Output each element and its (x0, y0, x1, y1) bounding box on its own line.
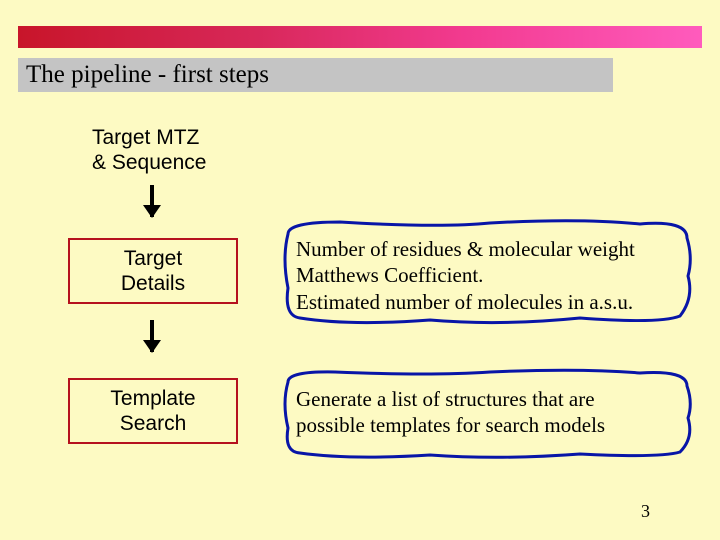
callout2-line2: possible templates for search models (296, 413, 605, 437)
step2-line2: Search (120, 412, 187, 435)
step1-line2: Details (121, 272, 185, 295)
input-line2: & Sequence (92, 151, 206, 174)
input-line1: Target MTZ (92, 126, 199, 149)
callout-template-search: Generate a list of structures that are p… (280, 368, 695, 460)
step-target-details: Target Details (68, 238, 238, 304)
arrow-down-icon (150, 185, 154, 217)
callout-target-details: Number of residues & molecular weight Ma… (280, 218, 695, 326)
input-label: Target MTZ & Sequence (92, 125, 206, 175)
step1-line1: Target (124, 247, 182, 270)
slide-title: The pipeline - first steps (26, 61, 269, 89)
callout1-line1: Number of residues & molecular weight (296, 237, 635, 261)
page-number: 3 (641, 501, 650, 522)
callout1-line2: Matthews Coefficient. (296, 263, 483, 287)
slide-title-bar: The pipeline - first steps (18, 58, 613, 92)
accent-bar (18, 26, 702, 48)
callout2-line1: Generate a list of structures that are (296, 387, 595, 411)
step2-line1: Template (110, 387, 195, 410)
arrow-down-icon (150, 320, 154, 352)
callout1-line3: Estimated number of molecules in a.s.u. (296, 290, 633, 314)
step-template-search: Template Search (68, 378, 238, 444)
